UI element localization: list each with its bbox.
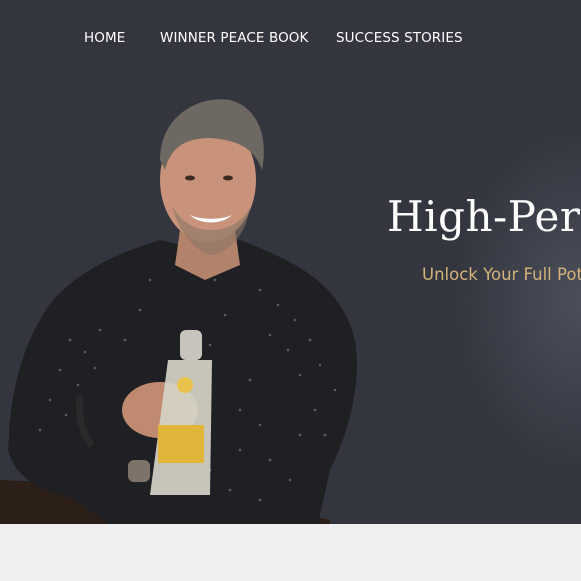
nav-item-home[interactable]: HOME — [84, 30, 125, 46]
speckle-texture — [441, 110, 581, 490]
hero-title: High-Perf — [387, 192, 581, 241]
nav-item-winner-peace-book[interactable]: WINNER PEACE BOOK — [160, 30, 308, 46]
main-nav: HOME WINNER PEACE BOOK SUCCESS STORIES — [0, 30, 581, 50]
nav-item-success-stories[interactable]: SUCCESS STORIES — [336, 30, 463, 46]
hero-subtitle: Unlock Your Full Pot — [422, 265, 581, 284]
next-section-strip — [0, 524, 581, 581]
hero-portrait-image — [0, 99, 358, 524]
hero-section: HOME WINNER PEACE BOOK SUCCESS STORIES H… — [0, 0, 581, 524]
